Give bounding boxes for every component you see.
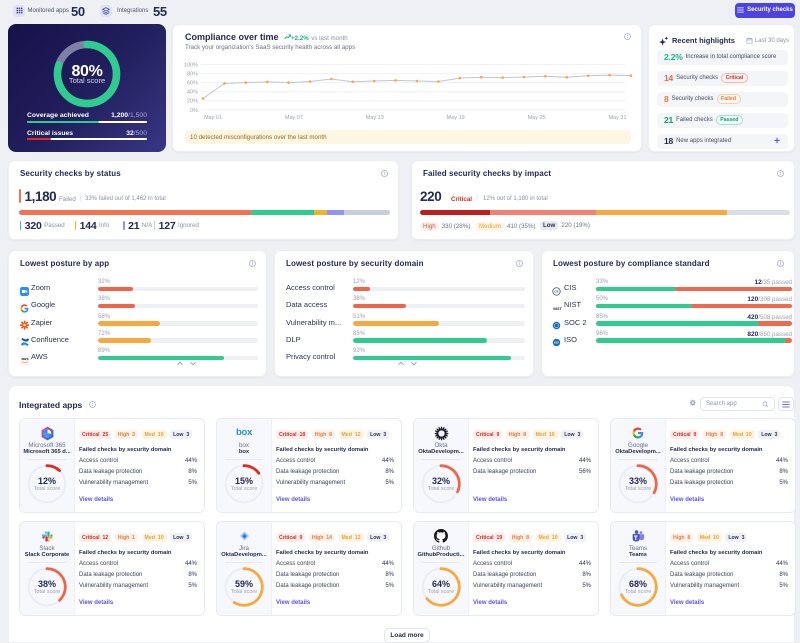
- svg-text:May 19: May 19: [447, 115, 465, 121]
- svg-text:80%: 80%: [187, 72, 198, 78]
- svg-text:May 31: May 31: [608, 115, 626, 121]
- svg-text:May 13: May 13: [366, 115, 384, 121]
- svg-text:20%: 20%: [187, 99, 198, 105]
- svg-text:40%: 40%: [187, 90, 198, 96]
- svg-text:60%: 60%: [187, 81, 198, 87]
- svg-text:CIS: CIS: [554, 289, 559, 293]
- svg-text:May 01: May 01: [204, 115, 222, 121]
- svg-text:100%: 100%: [184, 63, 198, 69]
- svg-text:May 25: May 25: [528, 115, 546, 121]
- svg-text:NIST: NIST: [553, 307, 562, 311]
- svg-text:aws: aws: [21, 357, 28, 361]
- svg-text:0%: 0%: [190, 108, 198, 114]
- svg-text:May 07: May 07: [285, 115, 303, 121]
